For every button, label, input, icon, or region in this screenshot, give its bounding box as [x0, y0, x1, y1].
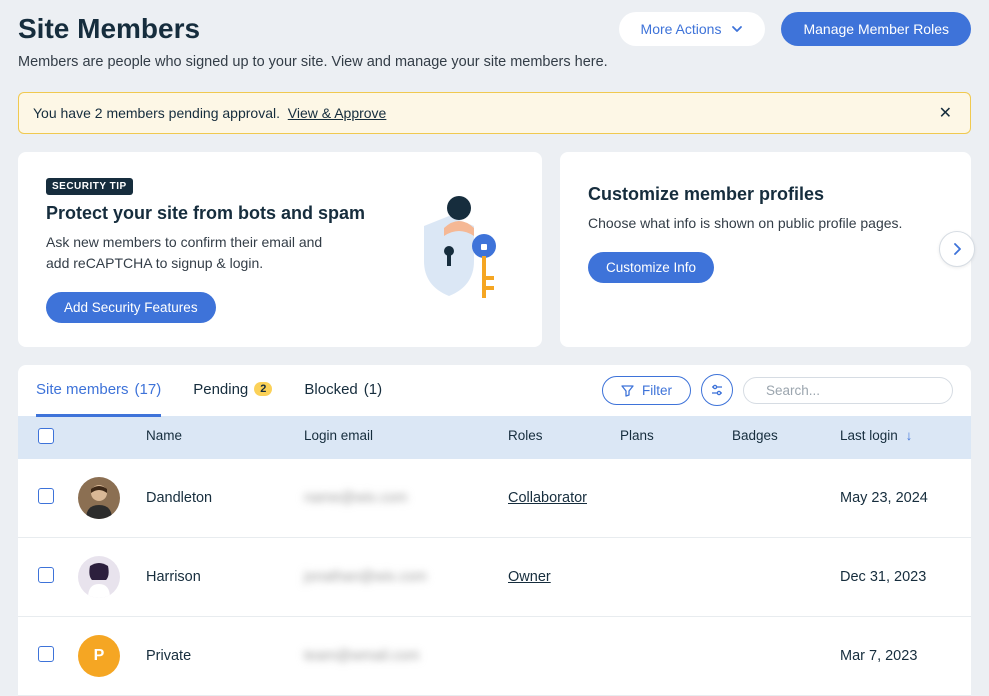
- security-illustration: [404, 186, 514, 306]
- member-email: team@wmail.com: [304, 648, 419, 664]
- member-last-login: Mar 7, 2023: [840, 648, 970, 664]
- carousel-next-button[interactable]: [939, 231, 975, 267]
- security-tip-card: SECURITY TIP Protect your site from bots…: [18, 152, 542, 347]
- tab-count: (1): [364, 381, 382, 398]
- row-checkbox[interactable]: [38, 488, 54, 504]
- col-badges[interactable]: Badges: [732, 428, 840, 447]
- tab-label: Site members: [36, 381, 129, 398]
- col-email[interactable]: Login email: [304, 428, 508, 447]
- row-checkbox[interactable]: [38, 646, 54, 662]
- role-link[interactable]: Collaborator: [508, 490, 587, 506]
- manage-roles-button[interactable]: Manage Member Roles: [781, 12, 971, 46]
- filter-icon: [621, 384, 634, 397]
- customize-card-title: Customize member profiles: [588, 184, 943, 205]
- avatar: P: [78, 635, 120, 677]
- tab-pending[interactable]: Pending 2: [193, 365, 272, 417]
- col-plans[interactable]: Plans: [620, 428, 732, 447]
- member-last-login: Dec 31, 2023: [840, 569, 970, 585]
- col-name[interactable]: Name: [146, 428, 304, 447]
- table-row[interactable]: Harrison jonathan@wix.com Owner Dec 31, …: [18, 538, 971, 617]
- sliders-icon: [710, 383, 724, 397]
- pending-badge: 2: [254, 382, 272, 396]
- member-name: Private: [146, 648, 304, 664]
- table-row[interactable]: Dandleton name@wix.com Collaborator May …: [18, 459, 971, 538]
- col-last-login-label: Last login: [840, 428, 898, 443]
- page-subtitle: Members are people who signed up to your…: [18, 52, 618, 74]
- member-email: jonathan@wix.com: [304, 569, 427, 585]
- sort-descending-icon: ↓: [906, 428, 913, 443]
- filter-button[interactable]: Filter: [602, 376, 691, 405]
- role-link[interactable]: Owner: [508, 569, 551, 585]
- search-input[interactable]: [766, 383, 943, 398]
- alert-text: You have 2 members pending approval.: [33, 105, 280, 121]
- avatar: [78, 477, 120, 519]
- col-last-login[interactable]: Last login ↓: [840, 428, 970, 447]
- close-icon[interactable]: ✕: [935, 103, 956, 123]
- member-name: Harrison: [146, 569, 304, 585]
- security-card-title: Protect your site from bots and spam: [46, 203, 365, 224]
- chevron-right-icon: [950, 242, 964, 256]
- tab-label: Pending: [193, 381, 248, 398]
- settings-icon-button[interactable]: [701, 374, 733, 406]
- select-all-checkbox[interactable]: [38, 428, 54, 444]
- pending-approval-alert: You have 2 members pending approval. Vie…: [18, 92, 971, 134]
- customize-info-button[interactable]: Customize Info: [588, 252, 714, 283]
- more-actions-label: More Actions: [641, 21, 722, 37]
- tab-blocked[interactable]: Blocked (1): [304, 365, 382, 417]
- member-email: name@wix.com: [304, 490, 407, 506]
- security-tip-badge: SECURITY TIP: [46, 178, 133, 195]
- customize-profiles-card: Customize member profiles Choose what in…: [560, 152, 971, 347]
- table-row[interactable]: P Private team@wmail.com Mar 7, 2023: [18, 617, 971, 696]
- page-title: Site Members: [18, 13, 200, 45]
- add-security-button[interactable]: Add Security Features: [46, 292, 216, 323]
- col-roles[interactable]: Roles: [508, 428, 620, 447]
- chevron-down-icon: [731, 23, 743, 35]
- filter-label: Filter: [642, 383, 672, 398]
- row-checkbox[interactable]: [38, 567, 54, 583]
- view-approve-link[interactable]: View & Approve: [288, 105, 387, 121]
- member-name: Dandleton: [146, 490, 304, 506]
- security-card-desc: Ask new members to confirm their email a…: [46, 232, 346, 274]
- member-last-login: May 23, 2024: [840, 490, 970, 506]
- customize-card-desc: Choose what info is shown on public prof…: [588, 213, 943, 234]
- search-input-wrap[interactable]: [743, 377, 953, 404]
- members-table-panel: Site members (17) Pending 2 Blocked (1) …: [18, 365, 971, 696]
- tab-site-members[interactable]: Site members (17): [36, 365, 161, 417]
- more-actions-button[interactable]: More Actions: [619, 12, 766, 46]
- tab-label: Blocked: [304, 381, 357, 398]
- table-header: Name Login email Roles Plans Badges Last…: [18, 416, 971, 459]
- avatar: [78, 556, 120, 598]
- tab-count: (17): [135, 381, 162, 398]
